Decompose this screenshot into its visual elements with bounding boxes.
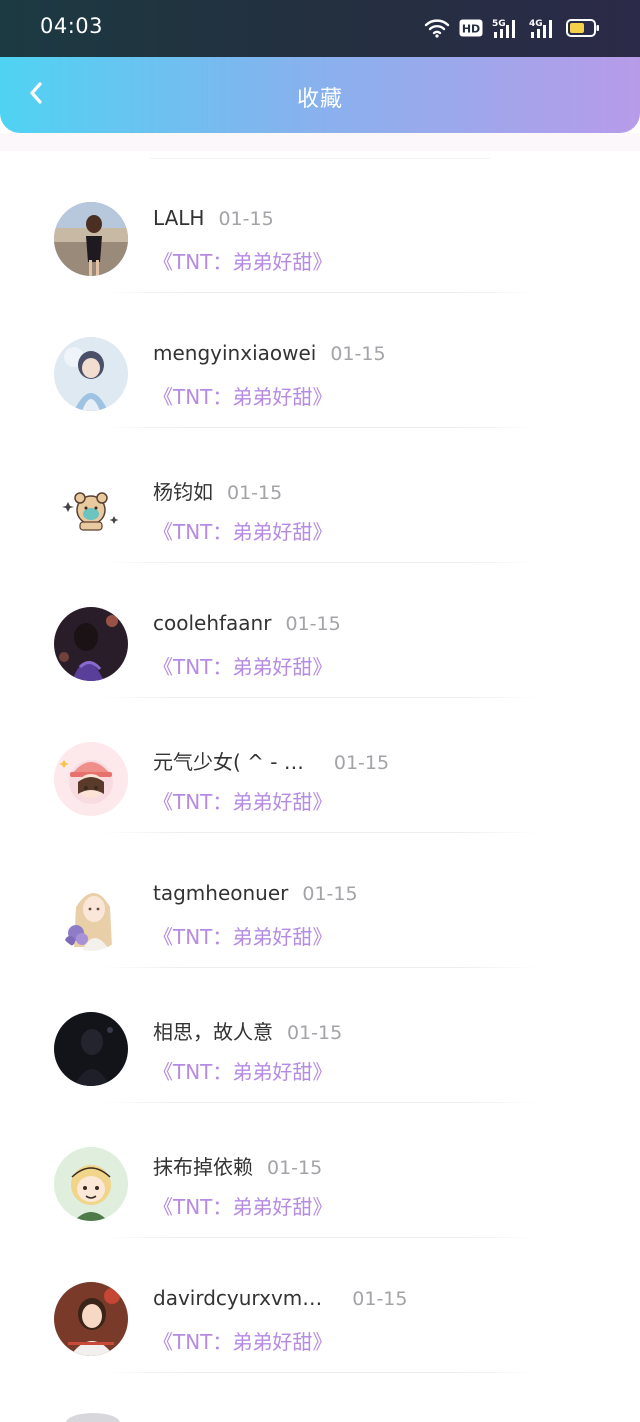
list-item[interactable]: coolehfaanr 01-15 《TNT：弟弟好甜》 <box>0 563 640 698</box>
list-item[interactable]: davirdcyurxvm… 01-15 《TNT：弟弟好甜》 <box>0 1238 640 1373</box>
avatar[interactable] <box>66 1413 120 1422</box>
work-title[interactable]: 《TNT：弟弟好甜》 <box>153 1191 332 1220</box>
avatar[interactable] <box>54 742 128 816</box>
hd-label: HD <box>462 23 480 36</box>
favorites-list: LALH 01-15 《TNT：弟弟好甜》 mengyinxiaowei 01- <box>0 158 640 1373</box>
work-title[interactable]: 《TNT：弟弟好甜》 <box>153 516 332 545</box>
work-title[interactable]: 《TNT：弟弟好甜》 <box>153 786 332 815</box>
4g-label: 4G <box>529 19 543 29</box>
item-meta: coolehfaanr 01-15 <box>153 611 341 635</box>
favorites-screen: 04:03 HD 5G 4G 收藏 LALH 01-15 《TNT：弟弟好甜》 … <box>0 0 640 1422</box>
avatar[interactable] <box>54 472 128 546</box>
user-name: 元气少女( ^ - … <box>153 750 304 774</box>
5g-label: 5G <box>492 19 506 29</box>
user-name: 相思，故人意 <box>153 1020 273 1044</box>
4g-signal-icon: 4G <box>529 17 557 39</box>
user-name: tagmheonuer <box>153 881 289 905</box>
header-bar: 收藏 <box>0 57 640 133</box>
wifi-icon <box>424 18 450 38</box>
list-item[interactable]: LALH 01-15 《TNT：弟弟好甜》 <box>0 158 640 293</box>
user-name: 杨钧如 <box>153 480 213 504</box>
divider <box>100 1372 540 1373</box>
item-meta: 杨钧如 01-15 <box>153 476 282 505</box>
item-meta: LALH 01-15 <box>153 206 274 230</box>
status-bar: 04:03 HD 5G 4G <box>0 0 640 57</box>
item-date: 01-15 <box>218 208 274 230</box>
list-item[interactable]: 相思，故人意 01-15 《TNT：弟弟好甜》 <box>0 968 640 1103</box>
status-icons: HD 5G 4G <box>424 16 600 40</box>
item-meta: mengyinxiaowei 01-15 <box>153 341 386 365</box>
work-title[interactable]: 《TNT：弟弟好甜》 <box>153 921 332 950</box>
item-date: 01-15 <box>333 752 390 774</box>
avatar[interactable] <box>54 1147 128 1221</box>
user-name: 抹布掉依赖 <box>153 1155 253 1179</box>
user-name: mengyinxiaowei <box>153 341 317 365</box>
avatar[interactable] <box>54 202 128 276</box>
item-date: 01-15 <box>302 883 358 905</box>
hd-icon: HD <box>459 19 483 37</box>
list-item[interactable]: 杨钧如 01-15 《TNT：弟弟好甜》 <box>0 428 640 563</box>
list-item[interactable]: 元气少女( ^ - … 01-15 《TNT：弟弟好甜》 <box>0 698 640 833</box>
user-name: LALH <box>153 206 205 230</box>
avatar[interactable] <box>54 1282 128 1356</box>
item-date: 01-15 <box>267 1157 323 1179</box>
status-time: 04:03 <box>40 14 104 38</box>
work-title[interactable]: 《TNT：弟弟好甜》 <box>153 381 332 410</box>
item-date: 01-15 <box>285 613 341 635</box>
avatar[interactable] <box>54 877 128 951</box>
avatar[interactable] <box>54 337 128 411</box>
5g-signal-icon: 5G <box>492 17 520 39</box>
item-date: 01-15 <box>287 1022 343 1044</box>
item-meta: 抹布掉依赖 01-15 <box>153 1151 322 1180</box>
list-item[interactable]: 抹布掉依赖 01-15 《TNT：弟弟好甜》 <box>0 1103 640 1238</box>
work-title[interactable]: 《TNT：弟弟好甜》 <box>153 246 332 275</box>
list-item[interactable]: tagmheonuer 01-15 《TNT：弟弟好甜》 <box>0 833 640 968</box>
header-divider <box>0 133 640 151</box>
battery-icon <box>566 18 600 38</box>
avatar[interactable] <box>54 1012 128 1086</box>
user-name: davirdcyurxvm… <box>153 1286 323 1310</box>
item-meta: 相思，故人意 01-15 <box>153 1016 342 1045</box>
work-title[interactable]: 《TNT：弟弟好甜》 <box>153 1056 332 1085</box>
work-title[interactable]: 《TNT：弟弟好甜》 <box>153 651 332 680</box>
list-item[interactable]: mengyinxiaowei 01-15 《TNT：弟弟好甜》 <box>0 293 640 428</box>
item-meta: 元气少女( ^ - … 01-15 <box>153 746 389 775</box>
work-title[interactable]: 《TNT：弟弟好甜》 <box>153 1326 332 1355</box>
page-title: 收藏 <box>296 87 343 112</box>
item-date: 01-15 <box>352 1288 408 1310</box>
user-name: coolehfaanr <box>153 611 272 635</box>
item-date: 01-15 <box>227 482 283 504</box>
item-date: 01-15 <box>330 343 386 365</box>
item-meta: tagmheonuer 01-15 <box>153 881 358 905</box>
avatar[interactable] <box>54 607 128 681</box>
item-meta: davirdcyurxvm… 01-15 <box>153 1286 407 1310</box>
